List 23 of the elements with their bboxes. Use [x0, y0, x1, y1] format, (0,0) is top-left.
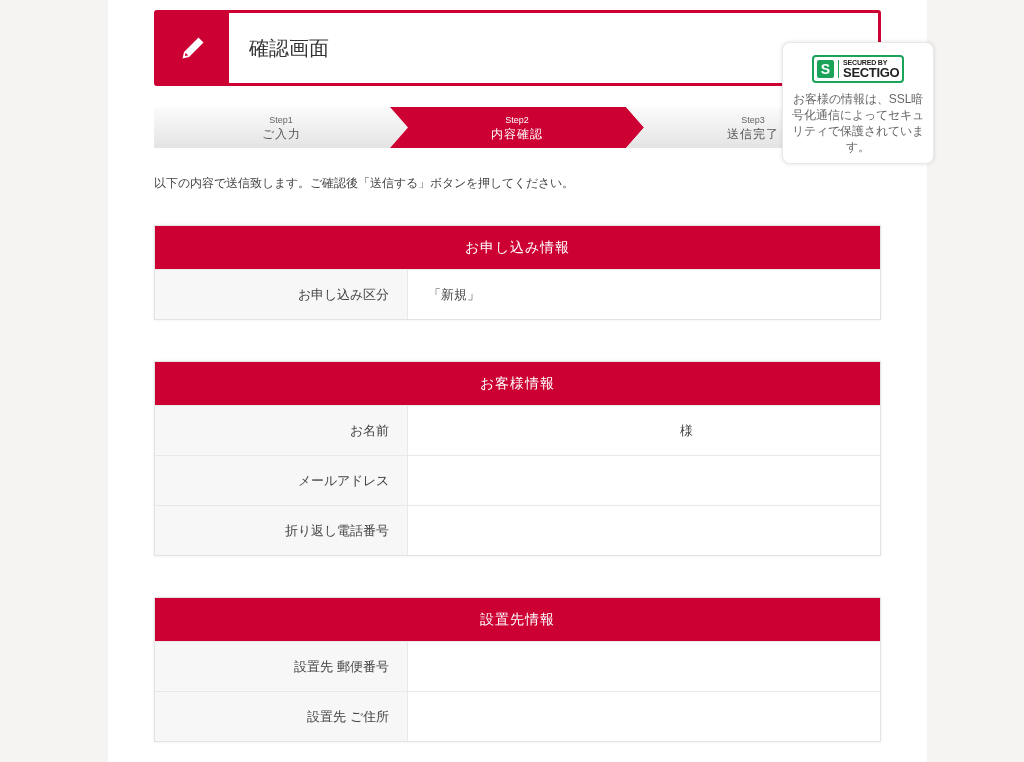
page-title: 確認画面	[249, 36, 329, 61]
seal-brand: SECTIGO	[843, 66, 900, 79]
field-label: お申し込み区分	[155, 270, 408, 319]
seal-mark: S	[816, 60, 835, 78]
field-label: 折り返し電話番号	[155, 506, 408, 555]
section-header: お客様情報	[155, 362, 880, 405]
step-label: 内容確認	[491, 125, 543, 142]
field-value: 様	[680, 421, 693, 440]
field-value: 「新規」	[428, 285, 480, 304]
step-label: 送信完了	[727, 125, 779, 142]
step-label: ご入力	[261, 125, 301, 142]
security-note: お客様の情報は、SSL暗号化通信によってセキュリティで保護されています。	[791, 91, 925, 155]
field-label: メールアドレス	[155, 456, 408, 505]
field-label: 設置先 ご住所	[155, 692, 408, 741]
pencil-icon	[181, 36, 205, 60]
step-number: Step3	[741, 113, 765, 126]
step-number: Step2	[505, 113, 529, 126]
field-label: お名前	[155, 406, 408, 455]
section-header: お申し込み情報	[155, 226, 880, 269]
field-label: 設置先 郵便番号	[155, 642, 408, 691]
intro-text: 以下の内容で送信致します。ご確認後「送信する」ボタンを押してください。	[154, 175, 575, 192]
section-header: 設置先情報	[155, 598, 880, 641]
step-number: Step1	[269, 113, 293, 126]
